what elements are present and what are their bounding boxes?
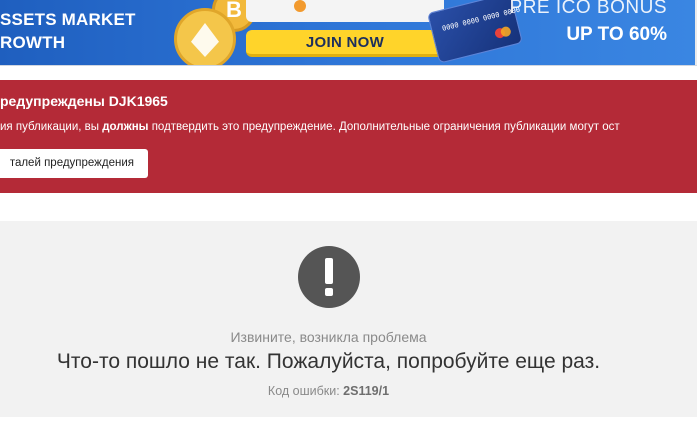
banner-card — [246, 0, 444, 22]
ad-banner[interactable]: SSETS MARKET ROWTH B JOIN NOW 0000 0000 … — [0, 0, 697, 66]
error-subtitle: Извините, возникла проблема — [230, 329, 427, 345]
warning-box: редупреждены DJK1965 ия публикации, вы д… — [0, 80, 697, 193]
warning-text-before: ия публикации, вы — [0, 121, 103, 133]
banner-bonus-text: PRE ICO BONUS UP TO 60% — [510, 0, 667, 48]
ethereum-coin-icon — [174, 8, 236, 65]
mini-coin-icon — [294, 0, 306, 12]
exclamation-circle-icon — [298, 246, 360, 308]
banner-headline-line1: SSETS MARKET — [0, 10, 136, 29]
error-panel: Извините, возникла проблема Что-то пошло… — [0, 221, 697, 417]
warning-details-button[interactable]: талей предупреждения — [0, 149, 148, 178]
banner-headline-line2: ROWTH — [0, 33, 66, 52]
error-code-label: Код ошибки: — [267, 384, 344, 398]
error-code: Код ошибки: 2S119/1 — [0, 384, 657, 398]
error-code-value: 2S119/1 — [343, 384, 390, 398]
warning-text-after: подтвердить это предупреждение. Дополнит… — [148, 121, 620, 133]
join-now-button[interactable]: JOIN NOW — [246, 30, 444, 57]
banner-bonus-line1: PRE ICO BONUS — [509, 0, 667, 18]
warning-text: ия публикации, вы должны подтвердить это… — [0, 121, 620, 133]
warning-text-bold: должны — [102, 121, 149, 133]
banner-bonus-line2: UP TO 60% — [566, 24, 667, 45]
banner-headline: SSETS MARKET ROWTH — [0, 8, 136, 54]
warning-title: редупреждены DJK1965 — [0, 93, 168, 109]
error-message: Что-то пошло не так. Пожалуйста, попробу… — [56, 350, 601, 373]
